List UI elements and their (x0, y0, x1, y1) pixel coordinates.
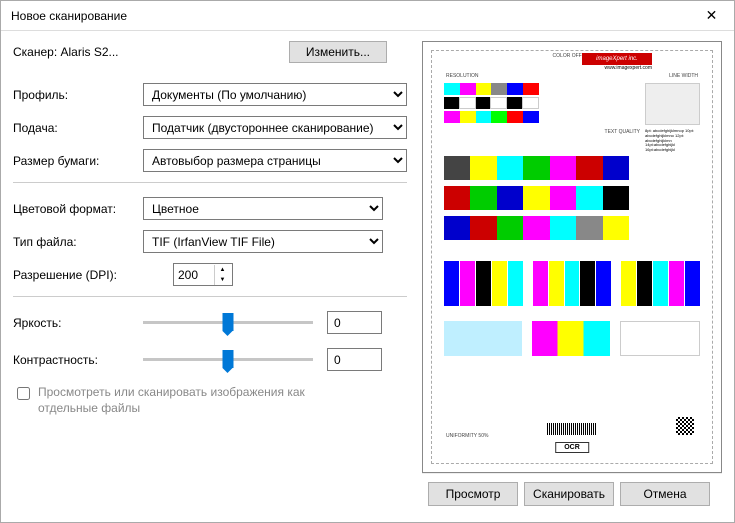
preview-linewidth-box (645, 83, 700, 125)
barcode-icon (547, 423, 597, 435)
separate-files-checkbox[interactable] (17, 387, 30, 400)
dpi-stepper[interactable]: ▲ ▼ (173, 263, 233, 286)
spin-down-icon[interactable]: ▼ (214, 275, 230, 285)
preview-resolution-label: RESOLUTION (446, 73, 479, 79)
preview-color-band (444, 186, 629, 210)
filetype-select[interactable]: TIF (IrfanView TIF File) (143, 230, 383, 253)
close-icon[interactable]: ✕ (689, 1, 734, 31)
source-label: Подача: (13, 121, 143, 135)
preview-url: www.imagexpert.com (604, 65, 652, 71)
preview-textquality-label: TEXT QUALITY (605, 129, 640, 135)
preview-uniformity-label: UNIFORMITY 50% (446, 433, 488, 439)
source-select[interactable]: Податчик (двустороннее сканирование) (143, 116, 407, 139)
preview-linewidth-label: LINE WIDTH (669, 73, 698, 79)
preview-pane: COLOR OFFSET RESOLUTION LINE WIDTH image… (422, 41, 722, 473)
change-scanner-button[interactable]: Изменить... (289, 41, 387, 63)
preview-logo: imageXpert inc. (582, 53, 652, 65)
separate-files-label: Просмотреть или сканировать изображения … (38, 385, 338, 416)
preview-low-row (444, 321, 700, 356)
profile-select[interactable]: Документы (По умолчанию) (143, 83, 407, 106)
contrast-slider[interactable] (143, 350, 313, 370)
contrast-label: Контрастность: (13, 353, 143, 367)
profile-label: Профиль: (13, 88, 143, 102)
brightness-value[interactable] (327, 311, 382, 334)
paper-label: Размер бумаги: (13, 154, 143, 168)
slider-thumb-icon[interactable] (223, 350, 234, 368)
divider (13, 296, 407, 297)
dpi-input[interactable] (174, 268, 214, 282)
preview-patch-row (444, 261, 700, 306)
cancel-button[interactable]: Отмена (620, 482, 710, 506)
preview-page: COLOR OFFSET RESOLUTION LINE WIDTH image… (431, 50, 713, 464)
color-select[interactable]: Цветное (143, 197, 383, 220)
filetype-label: Тип файла: (13, 235, 143, 249)
preview-button[interactable]: Просмотр (428, 482, 518, 506)
window-title: Новое сканирование (11, 9, 689, 23)
preview-type-specimen: 8pt: abcdefghijklmnop 10pt: abcdefghijkl… (645, 129, 700, 153)
scanner-label: Сканер: Alaris S2... (13, 45, 119, 59)
scan-button[interactable]: Сканировать (524, 482, 614, 506)
brightness-slider[interactable] (143, 313, 313, 333)
color-label: Цветовой формат: (13, 202, 143, 216)
preview-color-band (444, 216, 629, 240)
preview-color-band (444, 156, 629, 180)
divider (13, 182, 407, 183)
spin-up-icon[interactable]: ▲ (214, 265, 230, 275)
slider-thumb-icon[interactable] (223, 313, 234, 331)
dpi-label: Разрешение (DPI): (13, 268, 143, 282)
preview-resolution-bars (444, 83, 539, 123)
contrast-value[interactable] (327, 348, 382, 371)
paper-select[interactable]: Автовыбор размера страницы (143, 149, 407, 172)
preview-ocr-label: OCR (555, 442, 589, 453)
titlebar: Новое сканирование ✕ (1, 1, 734, 31)
brightness-label: Яркость: (13, 316, 143, 330)
qr-icon (676, 417, 694, 435)
